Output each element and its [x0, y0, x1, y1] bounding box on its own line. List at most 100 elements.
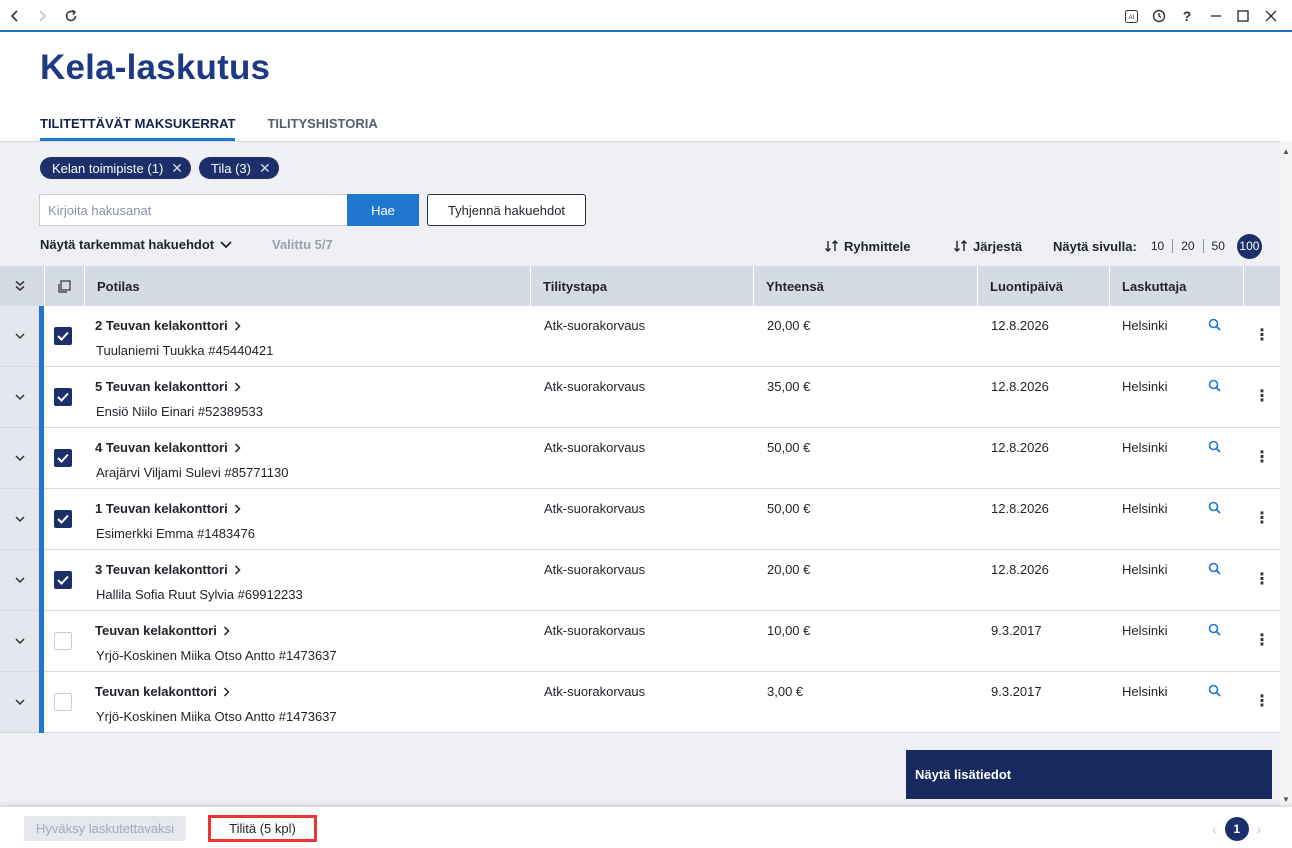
more-options-icon[interactable]: ⋮: [1254, 694, 1270, 710]
search-icon[interactable]: [1208, 440, 1221, 458]
search-icon[interactable]: [1208, 318, 1221, 336]
row-checkbox[interactable]: [54, 632, 72, 650]
ai-icon[interactable]: AI: [1121, 6, 1141, 26]
biller: Helsinki: [1122, 318, 1168, 333]
office-name: 2 Teuvan kelakonttori: [95, 318, 228, 333]
search-icon[interactable]: [1208, 623, 1221, 641]
row-checkbox[interactable]: [54, 510, 72, 528]
scroll-down-icon[interactable]: ▼: [1280, 793, 1292, 805]
more-options-icon[interactable]: ⋮: [1254, 511, 1270, 527]
select-all-icon[interactable]: [44, 266, 84, 306]
group-button[interactable]: Ryhmittele: [824, 234, 910, 258]
scroll-up-icon[interactable]: ▲: [1280, 145, 1292, 157]
table-row[interactable]: 2 Teuvan kelakonttori Tuulaniemi Tuukka …: [0, 306, 1280, 367]
sort-button[interactable]: Järjestä: [953, 234, 1022, 258]
minimize-icon[interactable]: [1206, 6, 1226, 26]
remove-filter-icon[interactable]: ✕: [171, 160, 183, 177]
row-checkbox[interactable]: [54, 449, 72, 467]
prev-page-icon[interactable]: ‹: [1212, 821, 1217, 837]
search-button[interactable]: Hae: [347, 194, 419, 226]
office-link[interactable]: 4 Teuvan kelakonttori: [95, 440, 241, 455]
table-row[interactable]: Teuvan kelakonttori Yrjö-Koskinen Miika …: [0, 611, 1280, 672]
more-options-icon[interactable]: ⋮: [1254, 633, 1270, 649]
approve-billing-button[interactable]: Hyväksy laskutettavaksi: [24, 816, 186, 841]
expand-all-icon[interactable]: [0, 266, 39, 306]
expand-row-icon[interactable]: [0, 611, 39, 671]
total-amount: 3,00 €: [767, 684, 804, 699]
remove-filter-icon[interactable]: ✕: [259, 160, 271, 177]
scrollbar[interactable]: ▲ ▼: [1280, 141, 1292, 807]
row-checkbox[interactable]: [54, 388, 72, 406]
patient-name: Arajärvi Viljami Sulevi #85771130: [96, 465, 289, 480]
help-icon[interactable]: ?: [1177, 6, 1197, 26]
forward-icon[interactable]: [32, 6, 52, 26]
column-header-biller[interactable]: Laskuttaja: [1109, 266, 1243, 306]
reload-icon[interactable]: [61, 6, 81, 26]
table-row[interactable]: 1 Teuvan kelakonttori Esimerkki Emma #14…: [0, 489, 1280, 550]
footer-bar: Hyväksy laskutettavaksi Tilitä (5 kpl) ‹…: [0, 807, 1292, 848]
office-link[interactable]: Teuvan kelakonttori: [95, 623, 230, 638]
back-icon[interactable]: [5, 6, 25, 26]
search-icon[interactable]: [1208, 562, 1221, 580]
pay-button[interactable]: Tilitä (5 kpl): [208, 815, 317, 842]
office-link[interactable]: 1 Teuvan kelakonttori: [95, 501, 241, 516]
patient-name: Yrjö-Koskinen Miika Otso Antto #1473637: [96, 709, 337, 724]
next-page-icon[interactable]: ›: [1257, 821, 1262, 837]
column-header-date[interactable]: Luontipäivä: [977, 266, 1109, 306]
expand-row-icon[interactable]: [0, 428, 39, 488]
payments-table: Potilas Tilitystapa Yhteensä Luontipäivä…: [0, 266, 1280, 733]
patient-name: Tuulaniemi Tuukka #45440421: [96, 343, 274, 358]
total-amount: 20,00 €: [767, 562, 811, 577]
office-name: 4 Teuvan kelakonttori: [95, 440, 228, 455]
search-icon[interactable]: [1208, 684, 1221, 702]
filter-chip-label: Tila (3): [211, 160, 251, 176]
show-details-button[interactable]: Näytä lisätiedot: [906, 750, 1272, 799]
close-icon[interactable]: [1261, 6, 1281, 26]
page-size-50[interactable]: 50: [1202, 239, 1233, 253]
column-header-patient[interactable]: Potilas: [84, 266, 530, 306]
more-options-icon[interactable]: ⋮: [1254, 450, 1270, 466]
biller: Helsinki: [1122, 501, 1168, 516]
expand-row-icon[interactable]: [0, 672, 39, 732]
office-link[interactable]: 2 Teuvan kelakonttori: [95, 318, 241, 333]
more-options-icon[interactable]: ⋮: [1254, 572, 1270, 588]
search-icon[interactable]: [1208, 379, 1221, 397]
row-checkbox[interactable]: [54, 571, 72, 589]
filter-chip-label: Kelan toimipiste (1): [52, 160, 164, 176]
maximize-icon[interactable]: [1233, 6, 1253, 26]
search-icon[interactable]: [1208, 501, 1221, 519]
tab-payment-history[interactable]: TILITYSHISTORIA: [267, 116, 377, 140]
office-link[interactable]: 3 Teuvan kelakonttori: [95, 562, 241, 577]
table-row[interactable]: 4 Teuvan kelakonttori Arajärvi Viljami S…: [0, 428, 1280, 489]
row-checkbox[interactable]: [54, 693, 72, 711]
table-row[interactable]: 3 Teuvan kelakonttori Hallila Sofia Ruut…: [0, 550, 1280, 611]
table-row[interactable]: Teuvan kelakonttori Yrjö-Koskinen Miika …: [0, 672, 1280, 733]
page-size-10[interactable]: 10: [1143, 239, 1172, 253]
table-row[interactable]: 5 Teuvan kelakonttori Ensiö Niilo Einari…: [0, 367, 1280, 428]
tab-payable-payments[interactable]: TILITETTÄVÄT MAKSUKERRAT: [40, 116, 236, 141]
clear-filters-button[interactable]: Tyhjennä hakuehdot: [427, 194, 586, 226]
history-icon[interactable]: [1149, 6, 1169, 26]
page-size-20[interactable]: 20: [1172, 239, 1202, 253]
sort-label: Järjestä: [973, 238, 1023, 254]
page-size-100[interactable]: 100: [1236, 233, 1262, 259]
expand-row-icon[interactable]: [0, 489, 39, 549]
office-link[interactable]: 5 Teuvan kelakonttori: [95, 379, 241, 394]
expand-row-icon[interactable]: [0, 550, 39, 610]
row-accent: [39, 611, 44, 672]
creation-date: 12.8.2026: [991, 501, 1049, 516]
expand-row-icon[interactable]: [0, 367, 39, 427]
more-filters-toggle[interactable]: Näytä tarkemmat hakuehdot: [40, 237, 232, 252]
page-number[interactable]: 1: [1224, 817, 1249, 841]
search-input[interactable]: Kirjoita hakusanat: [39, 194, 348, 226]
more-options-icon[interactable]: ⋮: [1254, 328, 1270, 344]
row-checkbox[interactable]: [54, 327, 72, 345]
column-header-method[interactable]: Tilitystapa: [530, 266, 753, 306]
more-options-icon[interactable]: ⋮: [1254, 389, 1270, 405]
filter-chip-status[interactable]: Tila (3) ✕: [199, 157, 279, 179]
expand-row-icon[interactable]: [0, 306, 39, 366]
office-link[interactable]: Teuvan kelakonttori: [95, 684, 230, 699]
filter-chip-office[interactable]: Kelan toimipiste (1) ✕: [40, 157, 192, 179]
total-amount: 10,00 €: [767, 623, 811, 638]
column-header-total[interactable]: Yhteensä: [753, 266, 977, 306]
